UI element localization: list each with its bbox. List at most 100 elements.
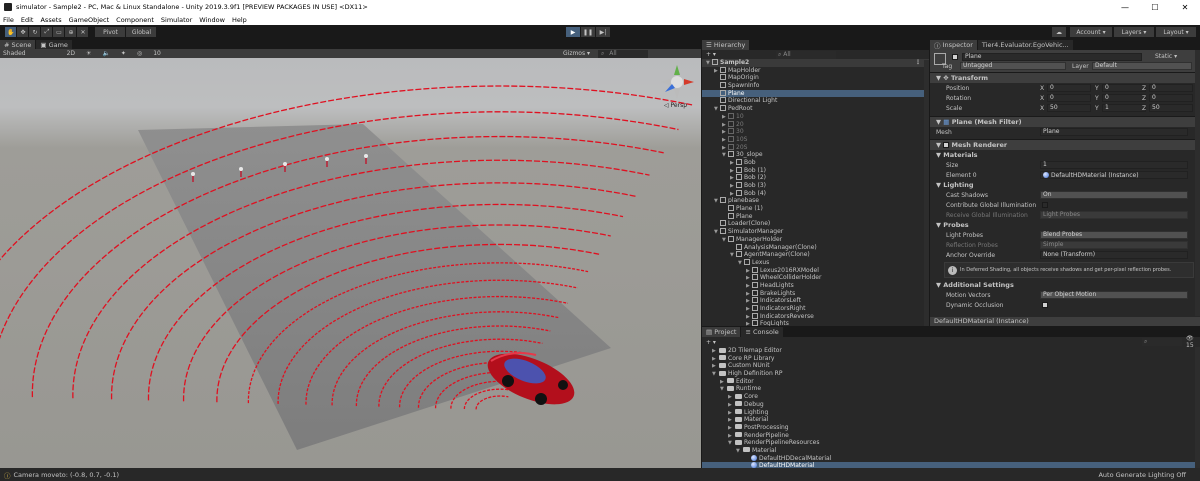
rect-tool-icon[interactable]: ▭: [53, 27, 65, 37]
size-field[interactable]: 1: [1040, 161, 1188, 169]
probes-section[interactable]: ▼ Probes: [930, 220, 1200, 230]
custom-tool-icon[interactable]: ✕: [77, 27, 89, 37]
reflection-probes-dropdown[interactable]: Simple: [1040, 241, 1188, 249]
layer-dropdown[interactable]: Default: [1092, 62, 1192, 70]
mode-2d-toggle[interactable]: 2D: [64, 50, 75, 57]
hierarchy-row[interactable]: ▼ 30_slope: [702, 151, 929, 159]
rotation-x-field[interactable]: 0: [1047, 94, 1091, 102]
tab-console[interactable]: ≡ Console: [741, 327, 783, 337]
effects-toggle-icon[interactable]: ✦: [118, 50, 126, 57]
gizmos-dropdown[interactable]: Gizmos ▾: [560, 50, 590, 57]
scale-y-field[interactable]: 1: [1102, 104, 1146, 112]
scale-z-field[interactable]: 50: [1149, 104, 1193, 112]
hierarchy-row[interactable]: ▼ Lexus: [702, 258, 929, 267]
play-button[interactable]: ▶: [566, 27, 580, 37]
mesh-renderer-header[interactable]: ▼ Mesh Renderer: [930, 139, 1200, 150]
position-z-field[interactable]: 0: [1149, 84, 1193, 92]
project-row[interactable]: DefaultHDDecalMaterial: [702, 454, 1200, 463]
shading-mode-dropdown[interactable]: Shaded: [0, 50, 26, 57]
hierarchy-row[interactable]: ▶ 10S: [702, 135, 929, 144]
step-button[interactable]: ▶|: [596, 27, 610, 37]
project-row[interactable]: ▼ Material: [702, 447, 1200, 455]
hierarchy-row[interactable]: ▼ SimulatorManager: [702, 228, 929, 236]
project-row[interactable]: ▶ Debug: [702, 401, 1200, 409]
mesh-filter-header[interactable]: ▼ ▦ Plane (Mesh Filter): [930, 116, 1200, 127]
minimize-button[interactable]: —: [1110, 0, 1140, 14]
hierarchy-row[interactable]: Plane: [702, 89, 929, 98]
hierarchy-row[interactable]: ▶ HeadLights: [702, 281, 929, 290]
lighting-toggle-icon[interactable]: ☀: [83, 50, 91, 57]
project-row[interactable]: ▶ Core RP Library: [702, 355, 1200, 363]
mesh-field[interactable]: Plane: [1040, 128, 1188, 136]
layers-dropdown[interactable]: Layers ▾: [1114, 27, 1154, 37]
audio-toggle-icon[interactable]: 🔈: [99, 50, 109, 57]
scale-tool-icon[interactable]: ⤢: [41, 27, 53, 37]
transform-header[interactable]: ▼ ✥ Transform: [930, 72, 1200, 83]
hierarchy-row[interactable]: ▼ ManagerHolder: [702, 235, 929, 244]
menu-assets[interactable]: Assets: [40, 16, 61, 24]
close-button[interactable]: ✕: [1170, 0, 1200, 14]
hierarchy-row[interactable]: Loader(Clone): [702, 220, 929, 228]
hierarchy-row[interactable]: ▶ 20: [702, 120, 929, 129]
position-y-field[interactable]: 0: [1102, 84, 1146, 92]
dynamic-occlusion-checkbox[interactable]: [1042, 302, 1048, 308]
maximize-button[interactable]: ☐: [1140, 0, 1170, 14]
mesh-renderer-enabled-checkbox[interactable]: [943, 142, 950, 148]
hierarchy-row[interactable]: ▶ Bob (1): [702, 166, 929, 175]
menu-file[interactable]: File: [3, 16, 14, 24]
hierarchy-row[interactable]: Plane: [702, 212, 929, 221]
tab-inspector[interactable]: ⓘ Inspector: [930, 40, 977, 50]
rotation-z-field[interactable]: 0: [1149, 94, 1193, 102]
static-dropdown[interactable]: Static ▾: [1155, 53, 1177, 60]
anchor-override-field[interactable]: None (Transform): [1040, 251, 1188, 259]
hierarchy-row[interactable]: ▶ Bob (3): [702, 182, 929, 190]
hierarchy-scrollbar[interactable]: [924, 60, 929, 326]
menu-window[interactable]: Window: [199, 16, 225, 24]
hierarchy-row[interactable]: ▶ 20S: [702, 143, 929, 152]
receive-gi-dropdown[interactable]: Light Probes: [1040, 211, 1188, 219]
menu-component[interactable]: Component: [116, 16, 154, 24]
hierarchy-row[interactable]: Plane (1): [702, 205, 929, 213]
hand-tool-icon[interactable]: ✋: [5, 27, 17, 37]
hierarchy-row[interactable]: ▶ 10: [702, 112, 929, 121]
layout-dropdown[interactable]: Layout ▾: [1156, 27, 1196, 37]
material-preview-footer[interactable]: DefaultHDMaterial (Instance): [930, 317, 1200, 326]
hierarchy-row[interactable]: ▶ Bob: [702, 158, 929, 167]
hierarchy-row[interactable]: SpawnInfo: [702, 82, 929, 90]
motion-vectors-dropdown[interactable]: Per Object Motion: [1040, 291, 1188, 299]
scale-x-field[interactable]: 50: [1047, 104, 1091, 112]
project-row[interactable]: ▼ Runtime: [702, 385, 1200, 393]
tab-project[interactable]: ▤ Project: [702, 327, 741, 337]
contribute-gi-checkbox[interactable]: [1042, 202, 1048, 208]
gizmo-visibility-icon[interactable]: ◎: [134, 50, 142, 57]
menu-simulator[interactable]: Simulator: [161, 16, 192, 24]
tab-hierarchy[interactable]: ☰ Hierarchy: [702, 40, 750, 50]
rotate-tool-icon[interactable]: ↻: [29, 27, 41, 37]
hierarchy-row[interactable]: ▶ IndicatorsLeft: [702, 297, 929, 305]
project-row[interactable]: ▼ High Definition RP: [702, 370, 1200, 378]
tag-dropdown[interactable]: Untagged: [960, 62, 1066, 70]
menu-gameobject[interactable]: GameObject: [69, 16, 110, 24]
account-dropdown[interactable]: Account ▾: [1070, 27, 1112, 37]
hierarchy-row[interactable]: ▶ Bob (2): [702, 174, 929, 182]
project-row[interactable]: ▼ RenderPipelineResources: [702, 439, 1200, 447]
position-x-field[interactable]: 0: [1047, 84, 1091, 92]
additional-settings-section[interactable]: ▼ Additional Settings: [930, 280, 1200, 290]
cast-shadows-dropdown[interactable]: On: [1040, 191, 1188, 199]
hierarchy-row[interactable]: ▶ MapHolder: [702, 66, 929, 75]
persp-label[interactable]: ◁ Persp: [664, 102, 687, 109]
hierarchy-row[interactable]: ▶ IndicatorsReverse: [702, 312, 929, 321]
materials-section[interactable]: ▼ Materials: [930, 150, 1200, 160]
inspector-scrollbar[interactable]: [1195, 50, 1200, 316]
hierarchy-search-input[interactable]: ⌕ All: [775, 50, 836, 59]
scene-search-input[interactable]: ⌕ All: [598, 49, 648, 58]
project-search-input[interactable]: ⌕: [1142, 338, 1182, 346]
tab-ego-vehicle[interactable]: Tier4.Evaluator.EgoVehic...: [977, 40, 1073, 50]
pivot-toggle[interactable]: Pivot: [95, 27, 126, 37]
hierarchy-row[interactable]: MapOrigin: [702, 74, 929, 82]
add-object-button[interactable]: + ▾: [706, 51, 716, 58]
hierarchy-row[interactable]: ▶ Bob (4): [702, 189, 929, 198]
menu-help[interactable]: Help: [232, 16, 247, 24]
project-row[interactable]: ▶ Custom NUnit: [702, 362, 1200, 370]
element0-field[interactable]: DefaultHDMaterial (Instance): [1040, 171, 1188, 179]
